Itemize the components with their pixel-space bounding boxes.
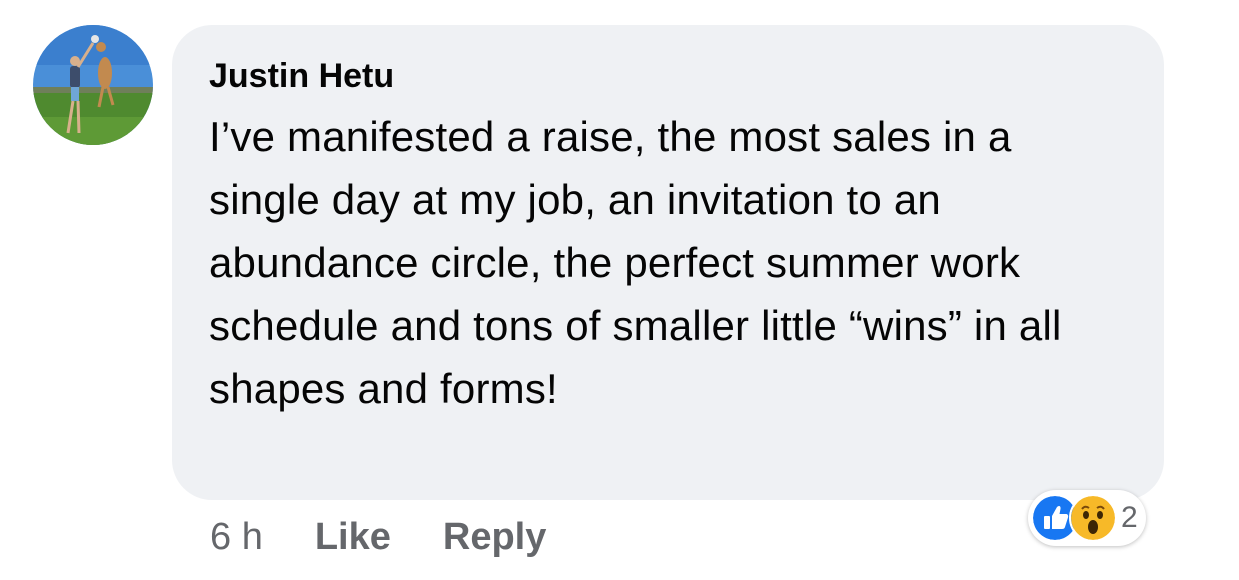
reaction-count: 2 [1121,501,1138,534]
comment-actions: 6 h Like Reply [210,512,598,562]
comment: Justin Hetu I’ve manifested a raise, the… [0,0,1239,580]
author-name[interactable]: Justin Hetu [209,57,1128,99]
reactions-summary[interactable]: 2 [1028,490,1146,546]
wow-icon [1069,494,1117,542]
timestamp[interactable]: 6 h [210,516,263,559]
avatar[interactable] [33,25,153,145]
like-button[interactable]: Like [315,516,391,559]
comment-text: I’ve manifested a raise, the most sales … [209,113,1062,412]
reply-button[interactable]: Reply [443,516,546,559]
comment-bubble: Justin Hetu I’ve manifested a raise, the… [172,25,1164,500]
